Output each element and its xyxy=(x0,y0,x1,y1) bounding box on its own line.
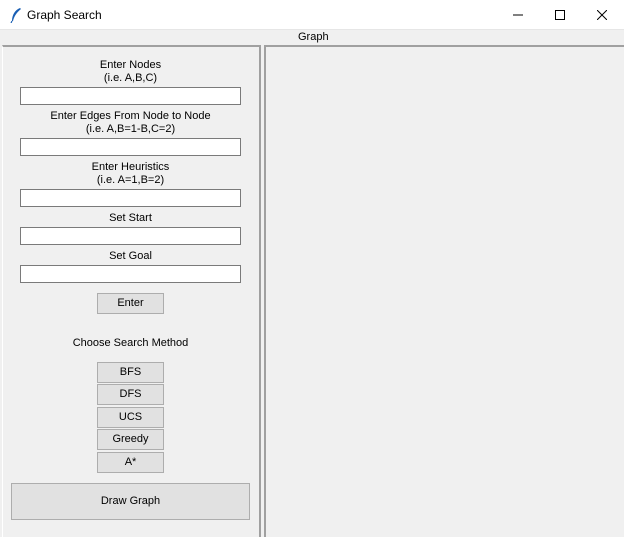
astar-button[interactable]: A* xyxy=(97,452,164,473)
maximize-button[interactable] xyxy=(538,0,582,29)
edges-hint: (i.e. A,B=1-B,C=2) xyxy=(85,123,176,135)
enter-button[interactable]: Enter xyxy=(97,293,164,314)
feather-icon xyxy=(9,7,23,24)
start-input[interactable] xyxy=(20,227,241,245)
heuristics-hint: (i.e. A=1,B=2) xyxy=(96,174,165,186)
maximize-icon xyxy=(555,9,565,20)
nodes-input[interactable] xyxy=(20,87,241,105)
graph-panel-label: Graph xyxy=(298,31,329,43)
draw-graph-button[interactable]: Draw Graph xyxy=(11,483,250,520)
goal-label: Set Goal xyxy=(109,250,152,262)
graph-canvas[interactable] xyxy=(264,45,624,537)
edges-label: Enter Edges From Node to Node xyxy=(50,110,211,122)
goal-input[interactable] xyxy=(20,265,241,283)
title-bar: Graph Search xyxy=(0,0,624,30)
window-title: Graph Search xyxy=(27,8,102,22)
greedy-button[interactable]: Greedy xyxy=(97,429,164,450)
minimize-icon xyxy=(513,14,523,15)
close-icon xyxy=(597,9,607,20)
dfs-button[interactable]: DFS xyxy=(97,384,164,405)
heuristics-input[interactable] xyxy=(20,189,241,207)
bfs-button[interactable]: BFS xyxy=(97,362,164,383)
graph-search-window: Graph Search Graph Enter Nodes (i.e. A,B… xyxy=(0,0,624,537)
start-label: Set Start xyxy=(109,212,152,224)
nodes-hint: (i.e. A,B,C) xyxy=(103,72,158,84)
edges-input[interactable] xyxy=(20,138,241,156)
search-method-heading: Choose Search Method xyxy=(72,337,189,349)
ucs-button[interactable]: UCS xyxy=(97,407,164,428)
nodes-label: Enter Nodes xyxy=(99,59,162,71)
close-button[interactable] xyxy=(580,0,624,29)
heuristics-label: Enter Heuristics xyxy=(91,161,170,173)
panel-divider xyxy=(259,45,261,537)
minimize-button[interactable] xyxy=(496,0,540,29)
